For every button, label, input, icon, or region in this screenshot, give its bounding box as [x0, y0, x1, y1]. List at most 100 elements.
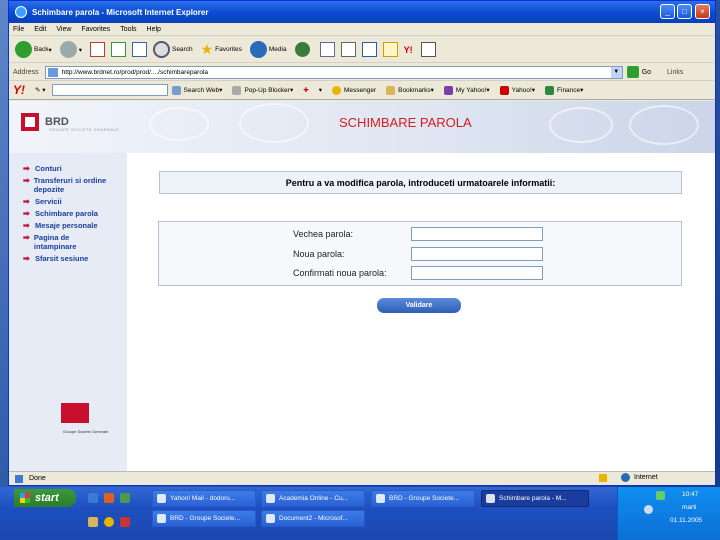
- task-brd-1[interactable]: BRD - Groupe Societe...: [371, 490, 475, 507]
- edit-icon[interactable]: [361, 42, 377, 57]
- address-input[interactable]: http://www.brdnet.ro/prod/prod/..../schi…: [44, 65, 623, 79]
- back-arrow-icon: [15, 41, 32, 58]
- confirm-password-input[interactable]: [411, 265, 543, 280]
- arrow-icon: ➡: [23, 221, 30, 230]
- clock-time[interactable]: 10:47: [682, 491, 698, 498]
- finance-button[interactable]: Finance ▾: [545, 85, 583, 95]
- yahoo-button[interactable]: Yahoo! ▾: [499, 85, 535, 95]
- nav-item-schimbare-parola[interactable]: ➡ Schimbare parola: [23, 209, 127, 218]
- go-button[interactable]: Go: [626, 66, 651, 78]
- task-schimbare-parola[interactable]: Schimbare parola - M...: [481, 490, 589, 507]
- ie-quicklaunch-icon[interactable]: [88, 493, 98, 503]
- task-academia-online[interactable]: Academia Online - Cu...: [261, 490, 365, 507]
- yahoo-logo[interactable]: Y!: [13, 83, 25, 97]
- app-quicklaunch-icon[interactable]: [120, 517, 130, 527]
- mail-icon[interactable]: [319, 42, 335, 57]
- address-dropdown-icon[interactable]: ▼: [610, 66, 622, 78]
- messenger-quicklaunch-icon[interactable]: [104, 517, 114, 527]
- task-brd-2[interactable]: BRD - Groupe Societe...: [152, 510, 256, 527]
- menu-tools[interactable]: Tools: [120, 26, 136, 33]
- new-password-input[interactable]: [411, 246, 543, 261]
- yahoo-toolbar: Y! ✎ ▾ Search Web ▾ Pop-Up Blocker ▾ ✚ ▾…: [9, 81, 715, 100]
- arrow-icon: ➡: [23, 233, 30, 242]
- network-icon[interactable]: [656, 491, 665, 500]
- folder-icon[interactable]: [382, 42, 398, 57]
- done-page-icon: [15, 474, 23, 483]
- popup-blocker-button[interactable]: Pop-Up Blocker ▾: [232, 85, 293, 95]
- my-yahoo-button[interactable]: My Yahoo! ▾: [443, 85, 490, 95]
- shield-icon[interactable]: ✚: [303, 86, 308, 94]
- desktop-quicklaunch-icon[interactable]: [120, 493, 130, 503]
- nav-item-mesaje-personale[interactable]: ➡ Mesaje personale: [23, 221, 127, 230]
- lock-icon: [599, 473, 607, 482]
- mouse-graphic: [149, 107, 209, 141]
- menu-view[interactable]: View: [56, 26, 71, 33]
- menu-favorites[interactable]: Favorites: [81, 26, 110, 33]
- confirm-password-label: Confirmati noua parola:: [293, 267, 387, 278]
- media-quicklaunch-icon[interactable]: [104, 493, 114, 503]
- back-button[interactable]: Back ▾: [15, 41, 52, 58]
- menu-file[interactable]: File: [13, 26, 24, 33]
- validare-button[interactable]: Validare: [377, 298, 461, 313]
- close-button[interactable]: ×: [695, 4, 710, 19]
- title-bar[interactable]: Schimbare parola - Microsoft Internet Ex…: [9, 1, 715, 23]
- menu-edit[interactable]: Edit: [34, 26, 46, 33]
- arrow-icon: ➡: [23, 209, 30, 218]
- go-arrow-icon: [626, 66, 639, 78]
- yahoo-search-input[interactable]: [51, 84, 168, 96]
- popup-blocker-icon: [232, 85, 242, 95]
- new-password-label: Noua parola:: [293, 248, 345, 259]
- arrow-icon: ➡: [23, 197, 30, 206]
- task-document2[interactable]: Document2 - Microsof...: [261, 510, 365, 527]
- menu-help[interactable]: Help: [147, 26, 161, 33]
- bookmarks-button[interactable]: Bookmarks ▾: [386, 85, 434, 95]
- page-banner: BRD GROUPE SOCIETE GENERALE SCHIMBARE PA…: [9, 101, 715, 153]
- home-icon[interactable]: [131, 42, 147, 57]
- messenger-button[interactable]: Messenger: [331, 85, 376, 95]
- media-button[interactable]: Media: [249, 41, 287, 58]
- internet-globe-icon: [621, 473, 630, 482]
- side-logo-caption: Groupe Societe Generale: [63, 429, 109, 434]
- favorites-button[interactable]: ★ Favorites: [201, 41, 242, 58]
- history-icon[interactable]: [294, 42, 310, 57]
- volume-icon[interactable]: [644, 505, 653, 514]
- maximize-button[interactable]: □: [677, 4, 692, 19]
- mouse-graphic: [629, 105, 699, 145]
- address-bar: Address http://www.brdnet.ro/prod/prod/.…: [9, 64, 715, 81]
- refresh-icon[interactable]: [110, 42, 126, 57]
- nav-item-pagina-intampinare[interactable]: ➡ Pagina de intampinare: [23, 233, 103, 251]
- minimize-button[interactable]: _: [660, 4, 675, 19]
- address-label: Address: [13, 68, 39, 76]
- links-button[interactable]: Links: [667, 69, 683, 76]
- zone-label: Internet: [634, 474, 658, 481]
- status-text: Done: [29, 475, 46, 482]
- yahoo-icon: [499, 85, 509, 95]
- pencil-icon[interactable]: ✎ ▾: [35, 86, 46, 94]
- page-content: BRD GROUPE SOCIETE GENERALE SCHIMBARE PA…: [9, 101, 715, 471]
- window-icon: [486, 494, 495, 503]
- finance-icon: [545, 85, 555, 95]
- arrow-icon: ➡: [23, 176, 30, 185]
- nav-item-transferuri[interactable]: ➡ Transferuri si ordine depozite: [23, 176, 119, 194]
- forward-button[interactable]: ▾: [59, 41, 82, 58]
- task-yahoo-mail[interactable]: Yahoo! Mail - dodoru...: [152, 490, 256, 507]
- folder-quicklaunch-icon[interactable]: [88, 517, 98, 527]
- search-web-button[interactable]: Search Web ▾: [171, 85, 222, 95]
- window-icon: [376, 494, 385, 503]
- nav-item-sfarsit-sesiune[interactable]: ➡ Sfarsit sesiune: [23, 254, 127, 263]
- old-password-input[interactable]: [411, 226, 543, 241]
- stop-icon[interactable]: [89, 42, 105, 57]
- old-password-label: Vechea parola:: [293, 228, 354, 239]
- nav-item-servicii[interactable]: ➡ Servicii: [23, 197, 127, 206]
- standard-toolbar: Back ▾ ▾ Search ★ Favorites Media Y!: [9, 37, 715, 63]
- mouse-graphic: [549, 107, 613, 143]
- messenger-icon[interactable]: [420, 42, 436, 57]
- old-password-row: Vechea parola:: [293, 226, 673, 241]
- clock-date: 01.11.2005: [670, 517, 703, 524]
- start-button[interactable]: start: [14, 489, 76, 507]
- search-button[interactable]: Search: [152, 41, 193, 58]
- instructions-text: Pentru a va modifica parola, introduceti…: [285, 177, 556, 188]
- print-icon[interactable]: [340, 42, 356, 57]
- nav-item-conturi[interactable]: ➡ Conturi: [23, 164, 127, 173]
- yahoo-toolbar-icon[interactable]: Y!: [404, 45, 413, 55]
